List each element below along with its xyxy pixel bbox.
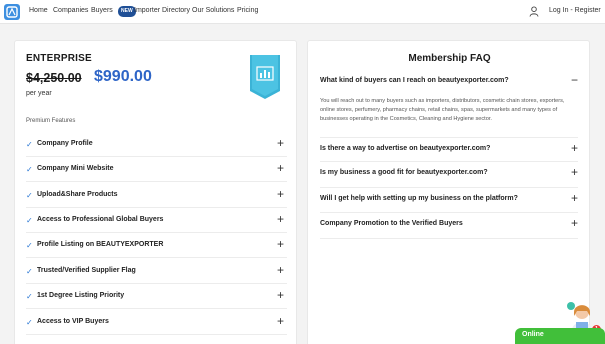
nav-home[interactable]: Home bbox=[29, 7, 48, 14]
plus-icon[interactable]: + bbox=[277, 288, 284, 302]
faq-question: What kind of buyers can I reach on beaut… bbox=[320, 77, 509, 84]
pricing-card: ENTERPRISE $4,250.00 $990.00 per year Pr… bbox=[14, 40, 297, 344]
faq-item[interactable]: Will I get help with setting up my busin… bbox=[320, 188, 578, 213]
plus-icon[interactable]: + bbox=[277, 314, 284, 328]
feature-label: Access to VIP Buyers bbox=[37, 318, 109, 325]
faq-card: Membership FAQ What kind of buyers can I… bbox=[307, 40, 590, 344]
top-navbar: Home Companies Buyers NEW Importer Direc… bbox=[0, 0, 605, 24]
faq-question: Will I get help with setting up my busin… bbox=[320, 195, 518, 202]
nav-companies[interactable]: Companies bbox=[53, 7, 88, 14]
feature-label: Trusted/Verified Supplier Flag bbox=[37, 267, 136, 274]
plus-icon[interactable]: + bbox=[277, 187, 284, 201]
new-price: $990.00 bbox=[94, 68, 152, 85]
plus-icon[interactable]: + bbox=[277, 136, 284, 150]
nav-buyers[interactable]: Buyers bbox=[91, 7, 113, 14]
faq-item[interactable]: Is my business a good fit for beautyexpo… bbox=[320, 162, 578, 188]
minus-icon[interactable]: − bbox=[571, 73, 578, 87]
faq-item[interactable]: What kind of buyers can I reach on beaut… bbox=[320, 70, 578, 94]
nav-pricing[interactable]: Pricing bbox=[237, 7, 258, 14]
check-icon: ✓ bbox=[26, 267, 33, 276]
feature-row[interactable]: ✓ Company Mini Website + bbox=[26, 157, 287, 182]
feature-row[interactable]: ✓ Upload&Share Products + bbox=[26, 183, 287, 208]
chat-status: Online bbox=[522, 331, 544, 338]
check-icon: ✓ bbox=[26, 318, 33, 327]
check-icon: ✓ bbox=[26, 241, 33, 250]
feature-label: Company Mini Website bbox=[37, 165, 114, 172]
plus-icon[interactable]: + bbox=[277, 263, 284, 277]
feature-row[interactable]: ✓ 1st Degree Listing Priority + bbox=[26, 284, 287, 309]
plan-name: ENTERPRISE bbox=[26, 53, 92, 64]
feature-row[interactable]: ✓ Access to VIP Buyers + bbox=[26, 310, 287, 335]
faq-item[interactable]: Is there a way to advertise on beautyexp… bbox=[320, 137, 578, 162]
feature-label: Upload&Share Products bbox=[37, 191, 118, 198]
login-register-link[interactable]: Log In - Register bbox=[549, 7, 601, 14]
nav-our-solutions[interactable]: Our Solutions bbox=[192, 7, 234, 14]
logo-icon[interactable] bbox=[4, 4, 20, 20]
billing-period: per year bbox=[26, 90, 52, 97]
plus-icon[interactable]: + bbox=[571, 191, 578, 205]
plus-icon[interactable]: + bbox=[571, 141, 578, 155]
plus-icon[interactable]: + bbox=[277, 161, 284, 175]
feature-label: 1st Degree Listing Priority bbox=[37, 292, 125, 299]
ribbon-chart-icon bbox=[250, 55, 280, 99]
faq-answer: You will reach out to many buyers such a… bbox=[320, 98, 565, 122]
faq-question: Is my business a good fit for beautyexpo… bbox=[320, 169, 488, 176]
chat-online-bar[interactable]: Online bbox=[515, 328, 605, 344]
plus-icon[interactable]: + bbox=[571, 216, 578, 230]
plus-icon[interactable]: + bbox=[277, 212, 284, 226]
feature-label: Profile Listing on BEAUTYEXPORTER bbox=[37, 241, 164, 248]
user-icon[interactable] bbox=[529, 6, 539, 17]
faq-item[interactable]: Company Promotion to the Verified Buyers… bbox=[320, 213, 578, 239]
premium-features-heading: Premium Features bbox=[26, 118, 76, 124]
old-price: $4,250.00 bbox=[26, 71, 82, 85]
faq-question: Is there a way to advertise on beautyexp… bbox=[320, 145, 491, 152]
feature-row[interactable]: ✓ Company Profile + bbox=[26, 132, 287, 157]
feature-label: Access to Professional Global Buyers bbox=[37, 216, 164, 223]
check-icon: ✓ bbox=[26, 140, 33, 149]
check-icon: ✓ bbox=[26, 216, 33, 225]
check-icon: ✓ bbox=[26, 165, 33, 174]
feature-row[interactable]: ✓ Profile Listing on BEAUTYEXPORTER + bbox=[26, 233, 287, 258]
feature-row[interactable]: ✓ Trusted/Verified Supplier Flag + bbox=[26, 259, 287, 284]
feature-label: Company Profile bbox=[37, 140, 93, 147]
plus-icon[interactable]: + bbox=[571, 165, 578, 179]
check-icon: ✓ bbox=[26, 292, 33, 301]
faq-question: Company Promotion to the Verified Buyers bbox=[320, 220, 463, 227]
feature-row[interactable]: ✓ Access to Professional Global Buyers + bbox=[26, 208, 287, 233]
faq-title: Membership FAQ bbox=[408, 53, 491, 64]
chat-avatar[interactable] bbox=[566, 300, 594, 330]
check-icon: ✓ bbox=[26, 191, 33, 200]
plus-icon[interactable]: + bbox=[277, 237, 284, 251]
nav-importer-directory[interactable]: Importer Directory bbox=[134, 7, 190, 14]
